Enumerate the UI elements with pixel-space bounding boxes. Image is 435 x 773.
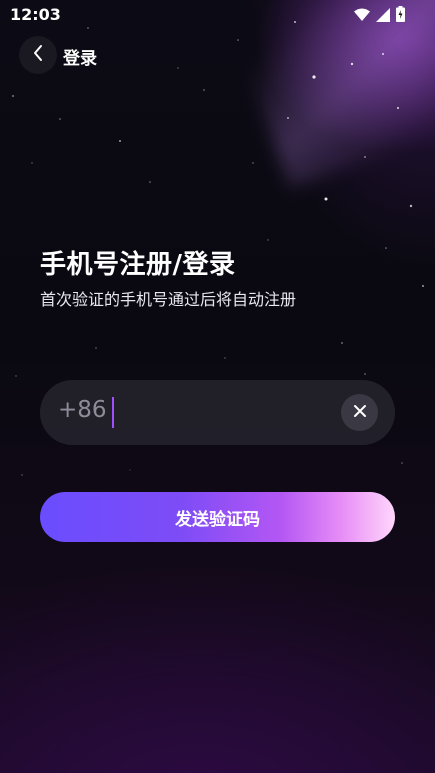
status-time: 12:03 [10,5,61,24]
clear-input-button[interactable] [341,394,378,431]
close-icon [353,403,367,422]
phone-input-container: +86 [40,380,395,445]
back-button[interactable] [19,36,57,74]
send-code-button[interactable]: 发送验证码 [40,492,395,542]
nav-title: 登录 [63,49,97,69]
page-title: 手机号注册/登录 [40,250,236,280]
chevron-left-icon [32,44,44,66]
page-subtitle: 首次验证的手机号通过后将自动注册 [40,290,297,309]
status-bar: 12:03 [0,0,435,30]
cellular-signal-icon [376,7,390,26]
text-cursor [112,397,114,428]
wifi-icon [354,7,370,26]
status-icons [354,6,405,26]
battery-charging-icon [396,6,405,26]
nav-bar: 登录 [0,34,435,74]
phone-number-input[interactable] [120,392,334,434]
country-code[interactable]: +86 [58,397,107,423]
